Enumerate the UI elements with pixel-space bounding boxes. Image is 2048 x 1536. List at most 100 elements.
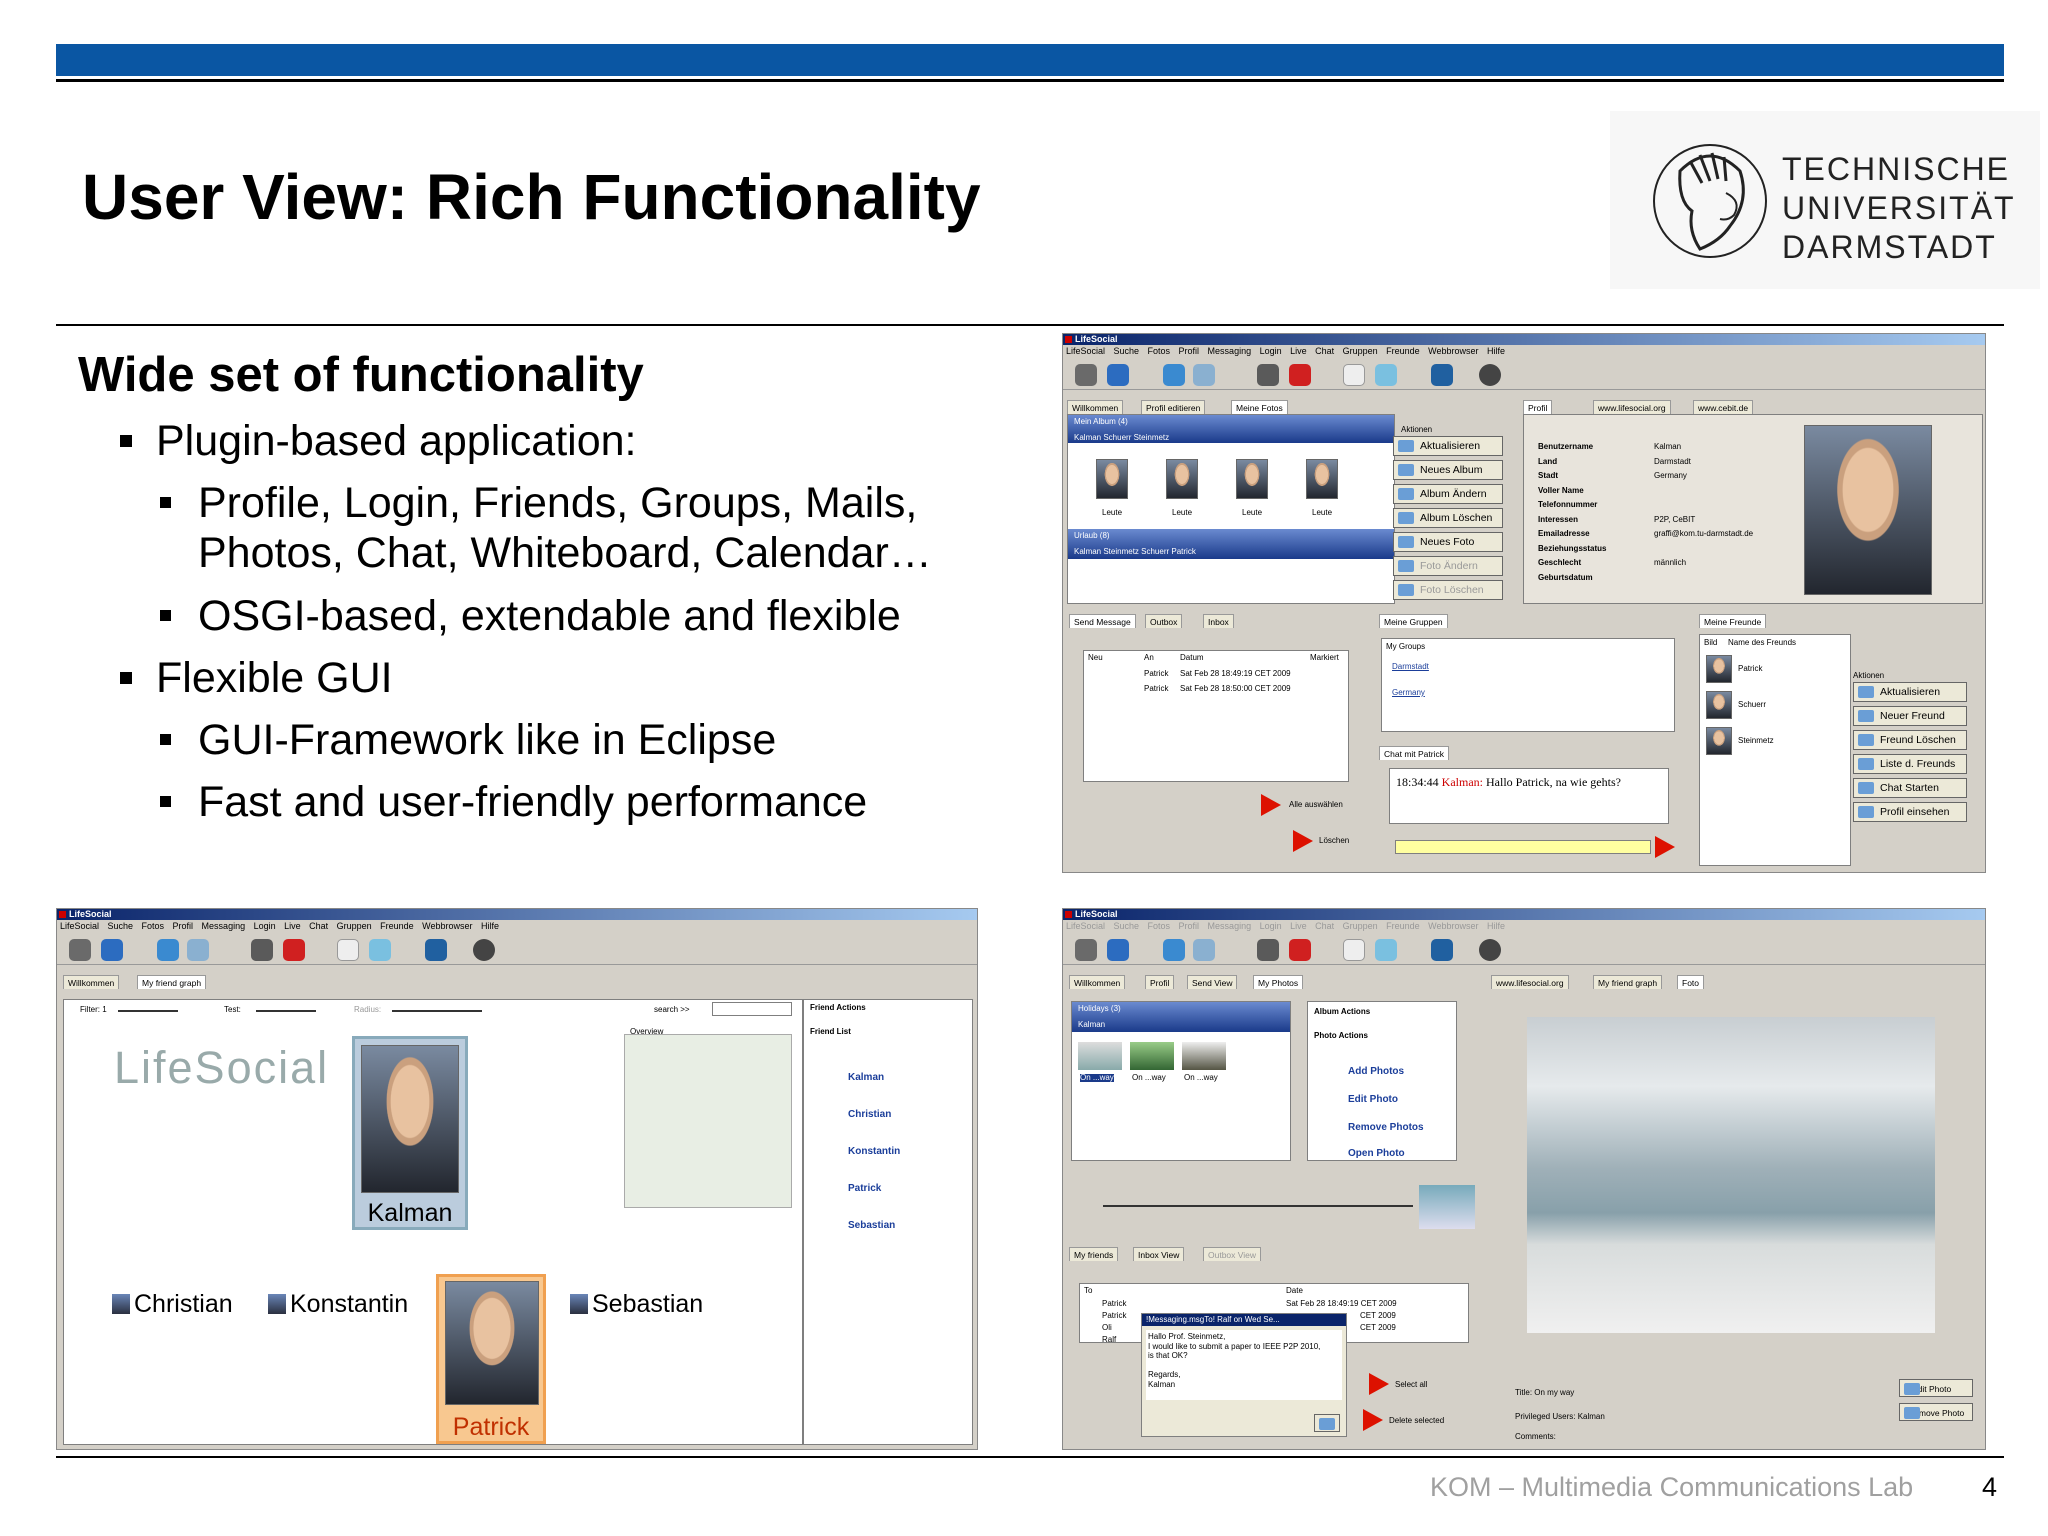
refresh-button[interactable]: Aktualisieren — [1393, 436, 1503, 456]
delete-button[interactable]: Löschen — [1319, 837, 1349, 845]
msg-date[interactable]: CET 2009 — [1360, 1312, 1396, 1320]
zoom-slider[interactable] — [1103, 1205, 1413, 1207]
settings-icon[interactable] — [69, 939, 91, 961]
edit-icon[interactable] — [251, 939, 273, 961]
radius-slider[interactable] — [392, 1010, 482, 1012]
tab-willkommen[interactable]: Willkommen — [1067, 400, 1124, 414]
globe-icon[interactable] — [101, 939, 123, 961]
album-photo[interactable] — [1096, 459, 1128, 499]
start-chat-button[interactable]: Chat Starten — [1853, 778, 1967, 798]
msg-date[interactable]: CET 2009 — [1360, 1324, 1396, 1332]
photo-icon[interactable] — [1431, 364, 1453, 386]
friend-link[interactable]: Sebastian — [848, 1220, 895, 1231]
binoculars-icon[interactable] — [1479, 939, 1501, 961]
node-kalman[interactable]: Kalman — [352, 1036, 468, 1230]
tab-profil-editieren[interactable]: Profil editieren — [1141, 400, 1206, 414]
tab-send-message[interactable]: Send Message — [1069, 614, 1136, 628]
photo-thumb[interactable] — [1078, 1042, 1122, 1070]
select-all-button[interactable]: Select all — [1395, 1381, 1427, 1389]
msg-to[interactable]: Patrick — [1144, 670, 1168, 678]
new-friend-button[interactable]: Neuer Freund — [1853, 706, 1967, 726]
delete-album-button[interactable]: Album Löschen — [1393, 508, 1503, 528]
album-photo[interactable] — [1306, 459, 1338, 499]
tab-my-photos[interactable]: My Photos — [1253, 975, 1304, 989]
msg-date[interactable]: Sat Feb 28 18:50:00 CET 2009 — [1180, 685, 1291, 693]
tab-inbox-view[interactable]: Inbox View — [1133, 1247, 1185, 1261]
document-icon[interactable] — [1375, 364, 1397, 386]
tab-friend-graph[interactable]: My friend graph — [137, 975, 207, 989]
document-icon[interactable] — [369, 939, 391, 961]
col-an[interactable]: An — [1144, 654, 1154, 662]
binoculars-icon[interactable] — [473, 939, 495, 961]
test-slider[interactable] — [256, 1010, 316, 1012]
tab-my-friends[interactable]: My friends — [1069, 1247, 1119, 1261]
edit-album-button[interactable]: Album Ändern — [1393, 484, 1503, 504]
friend-avatar[interactable] — [1706, 655, 1732, 683]
friend-list-header[interactable]: Friend List — [810, 1028, 851, 1036]
pen-icon[interactable] — [1343, 939, 1365, 961]
msg-to[interactable]: Ralf — [1102, 1336, 1116, 1344]
album-photo[interactable] — [1166, 459, 1198, 499]
globe-icon[interactable] — [1107, 364, 1129, 386]
col-datum[interactable]: Datum — [1180, 654, 1204, 662]
tab-lifesocial[interactable]: www.lifesocial.org — [1593, 400, 1671, 414]
edit-photo-button[interactable]: Edit Photo — [1899, 1379, 1973, 1397]
pen-icon[interactable] — [337, 939, 359, 961]
tab-foto[interactable]: Foto — [1677, 975, 1705, 989]
document-icon[interactable] — [1375, 939, 1397, 961]
tab-meine-freunde[interactable]: Meine Freunde — [1699, 614, 1767, 628]
friend-link[interactable]: Patrick — [848, 1183, 881, 1194]
node-christian[interactable]: Christian — [112, 1292, 233, 1317]
album-actions-header[interactable]: Album Actions — [1314, 1008, 1370, 1016]
friend-name[interactable]: Patrick — [1738, 665, 1762, 673]
delete-friend-button[interactable]: Freund Löschen — [1853, 730, 1967, 750]
tab-outbox-view[interactable]: Outbox View — [1203, 1247, 1262, 1261]
msg-to[interactable]: Patrick — [1102, 1312, 1126, 1320]
photo-icon[interactable] — [425, 939, 447, 961]
friend-name[interactable]: Steinmetz — [1738, 737, 1774, 745]
star-icon[interactable] — [1193, 939, 1215, 961]
tab-send-view[interactable]: Send View — [1187, 975, 1238, 989]
msg-to[interactable]: Patrick — [1144, 685, 1168, 693]
tab-friend-graph[interactable]: My friend graph — [1593, 975, 1663, 989]
network-icon[interactable] — [1163, 939, 1185, 961]
edit-icon[interactable] — [1257, 939, 1279, 961]
friend-link[interactable]: Konstantin — [848, 1146, 900, 1157]
msg-to[interactable]: Patrick — [1102, 1300, 1126, 1308]
globe-icon[interactable] — [1107, 939, 1129, 961]
search-input[interactable] — [712, 1002, 792, 1016]
edit-photo-button[interactable]: Foto Ändern — [1393, 556, 1503, 576]
new-album-button[interactable]: Neues Album — [1393, 460, 1503, 480]
chat-input[interactable] — [1395, 840, 1651, 854]
msg-date[interactable]: Sat Feb 28 18:49:19 CET 2009 — [1286, 1300, 1397, 1308]
album2-header[interactable]: Urlaub (8) Kalman Steinmetz Schuerr Patri… — [1068, 529, 1394, 559]
mail-icon[interactable] — [283, 939, 305, 961]
col-markiert[interactable]: Markiert — [1310, 654, 1339, 662]
node-sebastian[interactable]: Sebastian — [570, 1292, 703, 1317]
tab-cebit[interactable]: www.cebit.de — [1693, 400, 1754, 414]
network-icon[interactable] — [1163, 364, 1185, 386]
pen-icon[interactable] — [1343, 364, 1365, 386]
tab-profil[interactable]: Profil — [1145, 975, 1175, 989]
delete-selected-button[interactable]: Delete selected — [1389, 1417, 1444, 1425]
mail-icon[interactable] — [1289, 939, 1311, 961]
friend-actions-header[interactable]: Friend Actions — [810, 1004, 866, 1012]
photo-actions-header[interactable]: Photo Actions — [1314, 1032, 1368, 1040]
mail-icon[interactable] — [1289, 364, 1311, 386]
friend-link[interactable]: Kalman — [848, 1072, 884, 1083]
settings-icon[interactable] — [1075, 939, 1097, 961]
network-icon[interactable] — [157, 939, 179, 961]
edit-icon[interactable] — [1257, 364, 1279, 386]
msg-date[interactable]: Sat Feb 28 18:49:19 CET 2009 — [1180, 670, 1291, 678]
tab-meine-gruppen[interactable]: Meine Gruppen — [1379, 614, 1448, 628]
friend-name[interactable]: Schuerr — [1738, 701, 1766, 709]
friend-list-button[interactable]: Liste d. Freunds — [1853, 754, 1967, 774]
settings-icon[interactable] — [1075, 364, 1097, 386]
photo-icon[interactable] — [1431, 939, 1453, 961]
friend-avatar[interactable] — [1706, 727, 1732, 755]
photo-thumb[interactable] — [1182, 1042, 1226, 1070]
group-link[interactable]: Darmstadt — [1392, 663, 1429, 671]
friend-avatar[interactable] — [1706, 691, 1732, 719]
group-link[interactable]: Germany — [1392, 689, 1425, 697]
tab-willkommen[interactable]: Willkommen — [63, 975, 120, 989]
